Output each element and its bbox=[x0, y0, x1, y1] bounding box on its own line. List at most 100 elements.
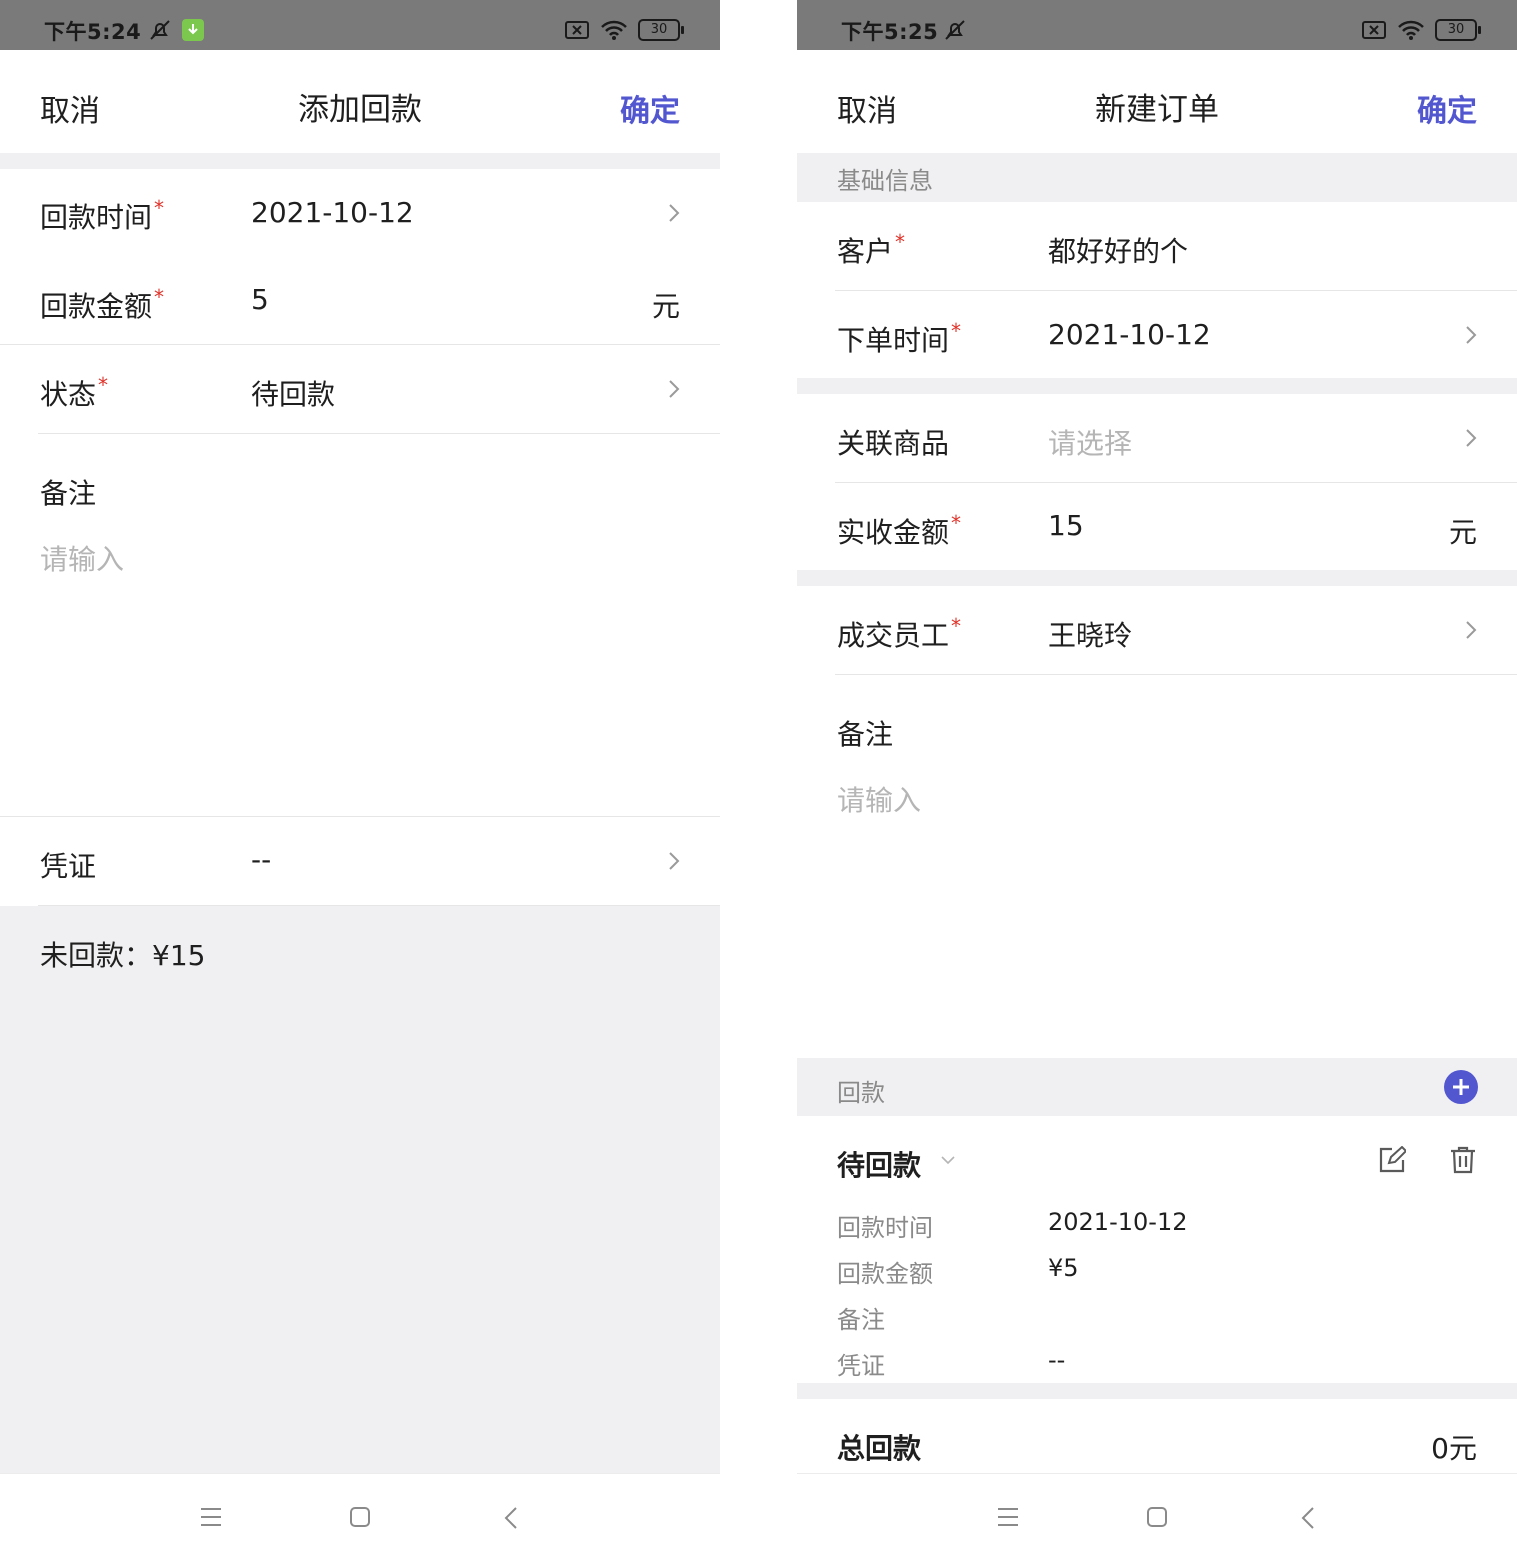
order-time-row[interactable]: 下单时间 * 2021-10-12 bbox=[797, 291, 1517, 378]
received-amount-row[interactable]: 实收金额 * 15 元 bbox=[797, 483, 1517, 570]
remark-input[interactable]: 请输入 bbox=[40, 538, 124, 578]
related-product-placeholder: 请选择 bbox=[1048, 427, 1133, 460]
confirm-button[interactable]: 确定 bbox=[1417, 86, 1477, 130]
voucher-value: -- bbox=[251, 843, 272, 876]
chevron-right-icon bbox=[1466, 326, 1477, 344]
received-amount-input[interactable]: 15 bbox=[1048, 509, 1084, 542]
add-payment-screen: 下午5:24 30 添加回款 取消 确定 回款时间 * 2021-10-12 回款… bbox=[0, 0, 720, 1560]
wifi-icon bbox=[1398, 20, 1424, 40]
voucher-label: 凭证 bbox=[40, 850, 97, 883]
total-payment-label: 总回款 bbox=[837, 1432, 922, 1465]
voucher-row[interactable]: 凭证 -- bbox=[0, 817, 720, 905]
confirm-button[interactable]: 确定 bbox=[620, 86, 680, 130]
sim-icon bbox=[565, 21, 589, 39]
card-remark-label: 备注 bbox=[837, 1306, 885, 1334]
status-value: 待回款 bbox=[251, 378, 336, 411]
remark-block: 备注 请输入 bbox=[0, 434, 720, 816]
battery-icon: 30 bbox=[638, 19, 684, 41]
unpaid-amount-text: 未回款：¥15 bbox=[40, 939, 206, 972]
page-title: 添加回款 bbox=[298, 92, 422, 128]
card-voucher-value: -- bbox=[1048, 1346, 1066, 1374]
chevron-right-icon bbox=[1466, 621, 1477, 639]
menu-icon[interactable] bbox=[997, 1506, 1019, 1528]
card-amount-label: 回款金额 bbox=[837, 1260, 933, 1288]
customer-row[interactable]: 客户 * 都好好的个 bbox=[797, 202, 1517, 290]
edit-icon[interactable] bbox=[1378, 1146, 1406, 1174]
card-voucher-label: 凭证 bbox=[837, 1352, 885, 1380]
related-product-row[interactable]: 关联商品 请选择 bbox=[797, 394, 1517, 482]
sim-icon bbox=[1362, 21, 1386, 39]
section-header-payment: 回款 bbox=[797, 1058, 1517, 1116]
payment-amount-input[interactable]: 5 bbox=[251, 283, 269, 316]
amount-unit: 元 bbox=[651, 290, 680, 323]
required-mark: * bbox=[895, 230, 906, 254]
remark-label: 备注 bbox=[837, 718, 894, 751]
back-icon[interactable] bbox=[1300, 1506, 1316, 1530]
required-mark: * bbox=[951, 614, 962, 638]
cancel-button[interactable]: 取消 bbox=[837, 86, 897, 130]
section-title-basic: 基础信息 bbox=[837, 167, 933, 195]
section-title-payment: 回款 bbox=[837, 1079, 885, 1107]
battery-icon: 30 bbox=[1435, 19, 1481, 41]
cancel-button[interactable]: 取消 bbox=[40, 86, 100, 130]
card-amount-value: ¥5 bbox=[1048, 1254, 1079, 1282]
staff-value: 王晓玲 bbox=[1048, 619, 1133, 652]
received-amount-label: 实收金额 bbox=[837, 516, 950, 549]
total-payment-value: 0元 bbox=[1431, 1432, 1477, 1465]
menu-icon[interactable] bbox=[200, 1506, 222, 1528]
status-label: 状态 bbox=[40, 378, 97, 411]
chevron-right-icon bbox=[669, 852, 680, 870]
required-mark: * bbox=[98, 373, 109, 397]
home-icon[interactable] bbox=[1146, 1506, 1168, 1528]
order-time-value: 2021-10-12 bbox=[1048, 318, 1211, 351]
nav-bar: 添加回款 取消 确定 bbox=[0, 50, 720, 153]
total-payment-row: 总回款 0元 bbox=[797, 1399, 1517, 1473]
payment-time-value: 2021-10-12 bbox=[251, 196, 414, 229]
chevron-down-icon[interactable] bbox=[940, 1155, 956, 1165]
customer-label: 客户 bbox=[837, 235, 894, 268]
add-payment-icon[interactable] bbox=[1444, 1070, 1478, 1104]
section-gap bbox=[797, 1383, 1517, 1399]
download-icon bbox=[182, 19, 204, 41]
back-icon[interactable] bbox=[503, 1506, 519, 1530]
chevron-right-icon bbox=[669, 380, 680, 398]
required-mark: * bbox=[154, 285, 165, 309]
status-time: 下午5:24 bbox=[44, 20, 142, 44]
payment-time-label: 回款时间 bbox=[40, 201, 153, 234]
status-time: 下午5:25 bbox=[841, 20, 939, 44]
chevron-right-icon bbox=[669, 204, 680, 222]
section-gap bbox=[797, 378, 1517, 394]
section-gap bbox=[0, 153, 720, 169]
payment-status[interactable]: 待回款 bbox=[837, 1144, 921, 1184]
system-nav-bar bbox=[797, 1473, 1517, 1560]
chevron-right-icon bbox=[1466, 429, 1477, 447]
card-time-label: 回款时间 bbox=[837, 1214, 933, 1242]
staff-row[interactable]: 成交员工 * 王晓玲 bbox=[797, 586, 1517, 674]
status-bar: 下午5:25 30 bbox=[797, 0, 1517, 50]
home-icon[interactable] bbox=[349, 1506, 371, 1528]
remark-block: 备注 请输入 bbox=[797, 675, 1517, 1058]
order-time-label: 下单时间 bbox=[837, 324, 950, 357]
payment-amount-row[interactable]: 回款金额 * 5 元 bbox=[0, 257, 720, 344]
mute-bell-icon bbox=[945, 20, 965, 40]
wifi-icon bbox=[601, 20, 627, 40]
payment-amount-label: 回款金额 bbox=[40, 290, 153, 323]
remark-input[interactable]: 请输入 bbox=[837, 779, 921, 819]
status-bar: 下午5:24 30 bbox=[0, 0, 720, 50]
delete-icon[interactable] bbox=[1450, 1146, 1476, 1174]
remark-label: 备注 bbox=[40, 477, 97, 510]
summary-area: 未回款：¥15 bbox=[0, 906, 720, 1473]
payment-time-row[interactable]: 回款时间 * 2021-10-12 bbox=[0, 169, 720, 257]
section-gap bbox=[797, 570, 1517, 586]
section-header-basic: 基础信息 bbox=[797, 153, 1517, 202]
customer-value: 都好好的个 bbox=[1048, 235, 1189, 268]
staff-label: 成交员工 bbox=[837, 619, 950, 652]
status-row[interactable]: 状态 * 待回款 bbox=[0, 345, 720, 433]
page-title: 新建订单 bbox=[1095, 92, 1219, 128]
required-mark: * bbox=[951, 511, 962, 535]
mute-bell-icon bbox=[150, 20, 170, 40]
amount-unit: 元 bbox=[1448, 516, 1477, 549]
required-mark: * bbox=[951, 319, 962, 343]
nav-bar: 新建订单 取消 确定 bbox=[797, 50, 1517, 153]
related-product-label: 关联商品 bbox=[837, 427, 950, 460]
